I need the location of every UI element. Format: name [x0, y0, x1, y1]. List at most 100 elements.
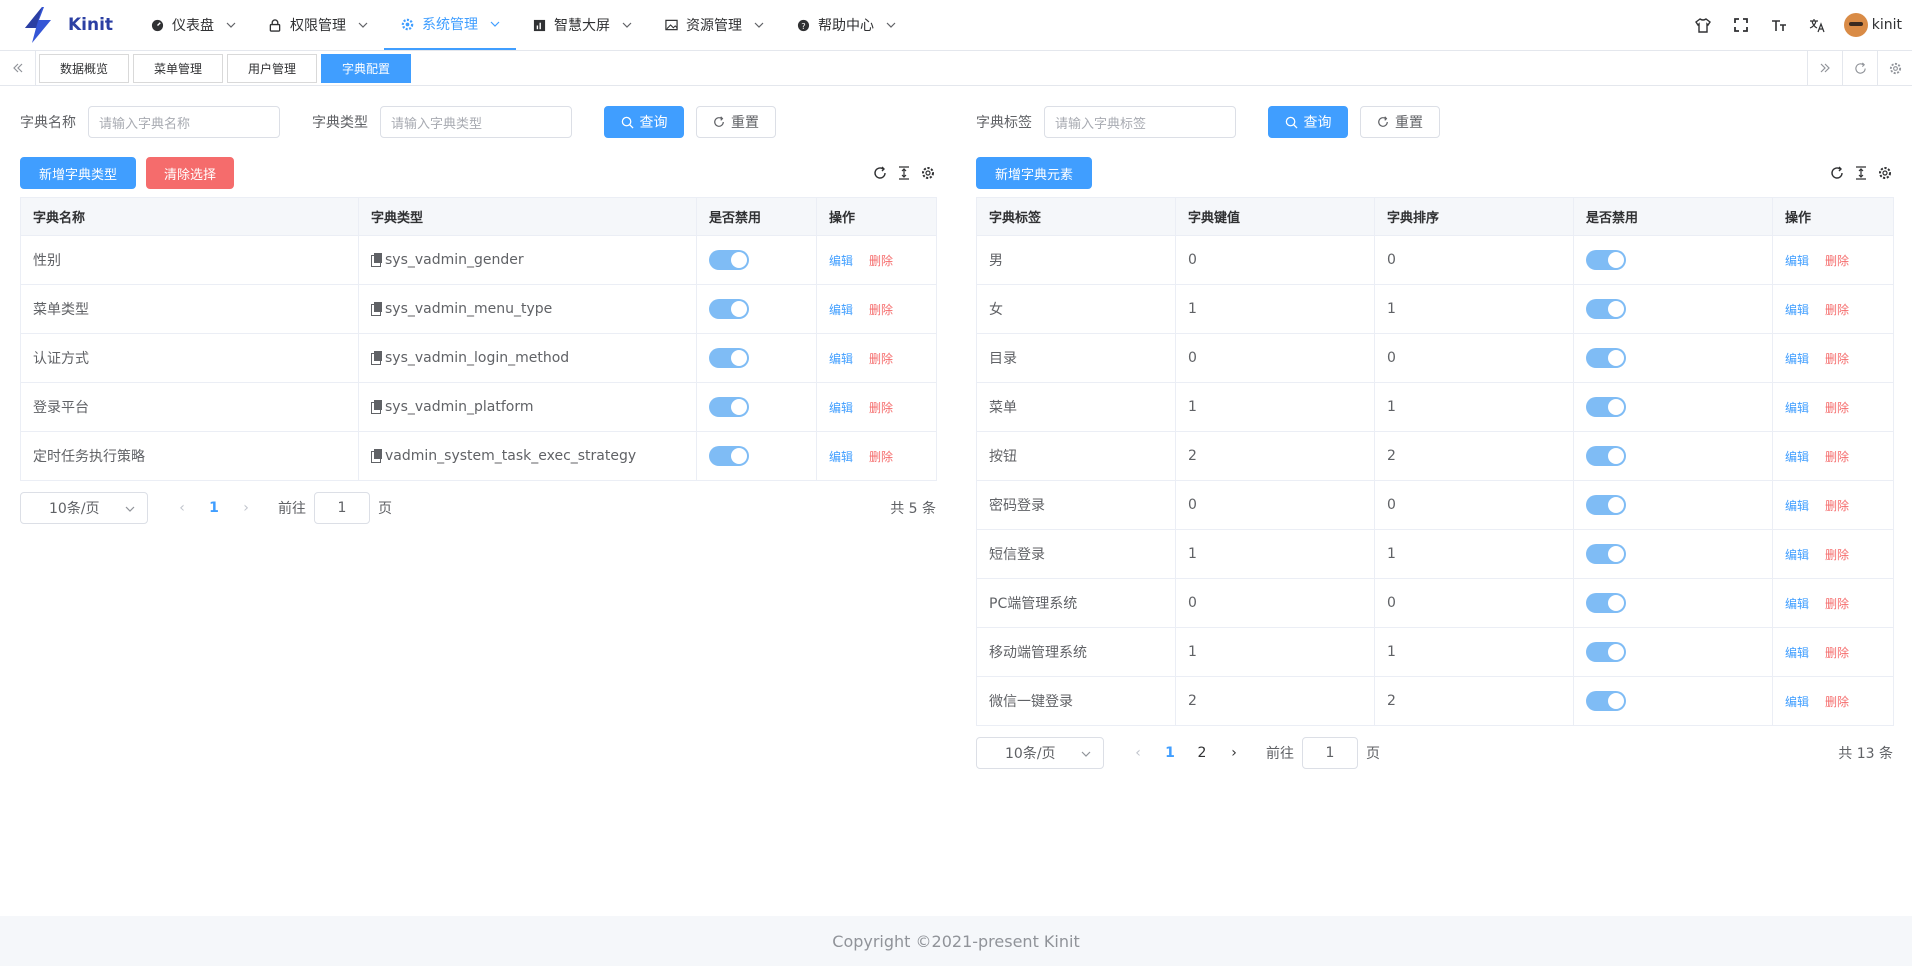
delete-link[interactable]: 删除	[869, 352, 893, 366]
edit-link[interactable]: 编辑	[1785, 499, 1809, 513]
disabled-toggle[interactable]	[1586, 299, 1626, 319]
column-height-icon[interactable]	[896, 165, 912, 181]
page-number[interactable]: 2	[1186, 745, 1218, 761]
disabled-toggle[interactable]	[1586, 250, 1626, 270]
edit-link[interactable]: 编辑	[1785, 401, 1809, 415]
gear-icon[interactable]	[1877, 165, 1893, 181]
disabled-toggle[interactable]	[1586, 691, 1626, 711]
gear-icon[interactable]	[920, 165, 936, 181]
add-dict-element-button[interactable]: 新增字典元素	[976, 157, 1092, 189]
query-button[interactable]: 查询	[604, 106, 684, 138]
table-row[interactable]: 微信一键登录 2 2 编辑 删除	[976, 676, 1894, 726]
reset-button[interactable]: 重置	[1360, 106, 1440, 138]
next-page-icon[interactable]: ›	[240, 500, 252, 516]
refresh-icon[interactable]	[872, 165, 888, 181]
column-header[interactable]: 字典标签	[976, 197, 1176, 236]
refresh-icon[interactable]	[1829, 165, 1845, 181]
table-row[interactable]: 登录平台 sys_vadmin_platform 编辑 删除	[20, 382, 937, 432]
prev-page-icon[interactable]: ‹	[176, 500, 188, 516]
delete-link[interactable]: 删除	[869, 450, 893, 464]
clear-selection-button[interactable]: 清除选择	[146, 157, 234, 189]
disabled-toggle[interactable]	[1586, 495, 1626, 515]
disabled-toggle[interactable]	[709, 299, 749, 319]
table-row[interactable]: 认证方式 sys_vadmin_login_method 编辑 删除	[20, 333, 937, 383]
table-row[interactable]: 菜单 1 1 编辑 删除	[976, 382, 1894, 432]
theme-shirt-icon[interactable]	[1684, 0, 1722, 50]
menu-permission[interactable]: 权限管理	[252, 0, 384, 50]
disabled-toggle[interactable]	[1586, 544, 1626, 564]
disabled-toggle[interactable]	[709, 348, 749, 368]
table-row[interactable]: 密码登录 0 0 编辑 删除	[976, 480, 1894, 530]
delete-link[interactable]: 删除	[1825, 450, 1849, 464]
edit-link[interactable]: 编辑	[1785, 548, 1809, 562]
add-dict-type-button[interactable]: 新增字典类型	[20, 157, 136, 189]
menu-bigscreen[interactable]: 智慧大屏	[516, 0, 648, 50]
disabled-toggle[interactable]	[709, 446, 749, 466]
next-page-icon[interactable]: ›	[1228, 745, 1240, 761]
edit-link[interactable]: 编辑	[1785, 254, 1809, 268]
edit-link[interactable]: 编辑	[1785, 695, 1809, 709]
translate-icon[interactable]	[1798, 0, 1836, 50]
double-chevron-right-icon[interactable]	[1807, 51, 1842, 85]
copy-icon[interactable]	[371, 400, 382, 414]
column-header[interactable]: 是否禁用	[1573, 197, 1773, 236]
disabled-toggle[interactable]	[1586, 446, 1626, 466]
copy-icon[interactable]	[371, 351, 382, 365]
table-row[interactable]: 按钮 2 2 编辑 删除	[976, 431, 1894, 481]
copy-icon[interactable]	[371, 253, 382, 267]
disabled-toggle[interactable]	[709, 397, 749, 417]
fullscreen-icon[interactable]	[1722, 0, 1760, 50]
column-header[interactable]: 操作	[816, 197, 937, 236]
tag-menu-management[interactable]: 菜单管理	[133, 54, 223, 83]
double-chevron-left-icon[interactable]	[0, 51, 36, 85]
edit-link[interactable]: 编辑	[829, 352, 853, 366]
edit-link[interactable]: 编辑	[829, 450, 853, 464]
menu-system[interactable]: 系统管理	[384, 0, 516, 50]
column-header[interactable]: 字典类型	[358, 197, 697, 236]
edit-link[interactable]: 编辑	[829, 401, 853, 415]
delete-link[interactable]: 删除	[1825, 597, 1849, 611]
menu-resources[interactable]: 资源管理	[648, 0, 780, 50]
page-size-select[interactable]: 10条/页	[20, 492, 148, 524]
table-row[interactable]: 女 1 1 编辑 删除	[976, 284, 1894, 334]
delete-link[interactable]: 删除	[1825, 646, 1849, 660]
delete-link[interactable]: 删除	[1825, 548, 1849, 562]
disabled-toggle[interactable]	[1586, 642, 1626, 662]
username[interactable]: kinit	[1872, 17, 1902, 33]
query-button[interactable]: 查询	[1268, 106, 1348, 138]
disabled-toggle[interactable]	[1586, 593, 1626, 613]
edit-link[interactable]: 编辑	[1785, 646, 1809, 660]
disabled-toggle[interactable]	[709, 250, 749, 270]
reset-button[interactable]: 重置	[696, 106, 776, 138]
delete-link[interactable]: 删除	[869, 401, 893, 415]
column-header[interactable]: 字典名称	[20, 197, 359, 236]
edit-link[interactable]: 编辑	[829, 303, 853, 317]
disabled-toggle[interactable]	[1586, 348, 1626, 368]
goto-page-input[interactable]: 1	[1302, 737, 1358, 769]
edit-link[interactable]: 编辑	[829, 254, 853, 268]
menu-dashboard[interactable]: 仪表盘	[134, 0, 252, 50]
copy-icon[interactable]	[371, 302, 382, 316]
table-row[interactable]: 定时任务执行策略 vadmin_system_task_exec_strateg…	[20, 431, 937, 481]
font-size-icon[interactable]	[1760, 0, 1798, 50]
goto-page-input[interactable]: 1	[314, 492, 370, 524]
delete-link[interactable]: 删除	[1825, 499, 1849, 513]
table-row[interactable]: 性别 sys_vadmin_gender 编辑 删除	[20, 235, 937, 285]
table-row[interactable]: 男 0 0 编辑 删除	[976, 235, 1894, 285]
delete-link[interactable]: 删除	[869, 303, 893, 317]
delete-link[interactable]: 删除	[869, 254, 893, 268]
delete-link[interactable]: 删除	[1825, 352, 1849, 366]
page-size-select[interactable]: 10条/页	[976, 737, 1104, 769]
refresh-icon[interactable]	[1842, 51, 1877, 85]
page-number[interactable]: 1	[1154, 745, 1186, 761]
edit-link[interactable]: 编辑	[1785, 352, 1809, 366]
tag-dashboard-overview[interactable]: 数据概览	[39, 54, 129, 83]
page-number[interactable]: 1	[198, 500, 230, 516]
gear-icon[interactable]	[1877, 51, 1912, 85]
dict-type-input[interactable]: 请输入字典类型	[380, 106, 572, 138]
table-row[interactable]: 移动端管理系统 1 1 编辑 删除	[976, 627, 1894, 677]
tag-user-management[interactable]: 用户管理	[227, 54, 317, 83]
edit-link[interactable]: 编辑	[1785, 450, 1809, 464]
menu-help[interactable]: ? 帮助中心	[780, 0, 912, 50]
table-row[interactable]: 菜单类型 sys_vadmin_menu_type 编辑 删除	[20, 284, 937, 334]
